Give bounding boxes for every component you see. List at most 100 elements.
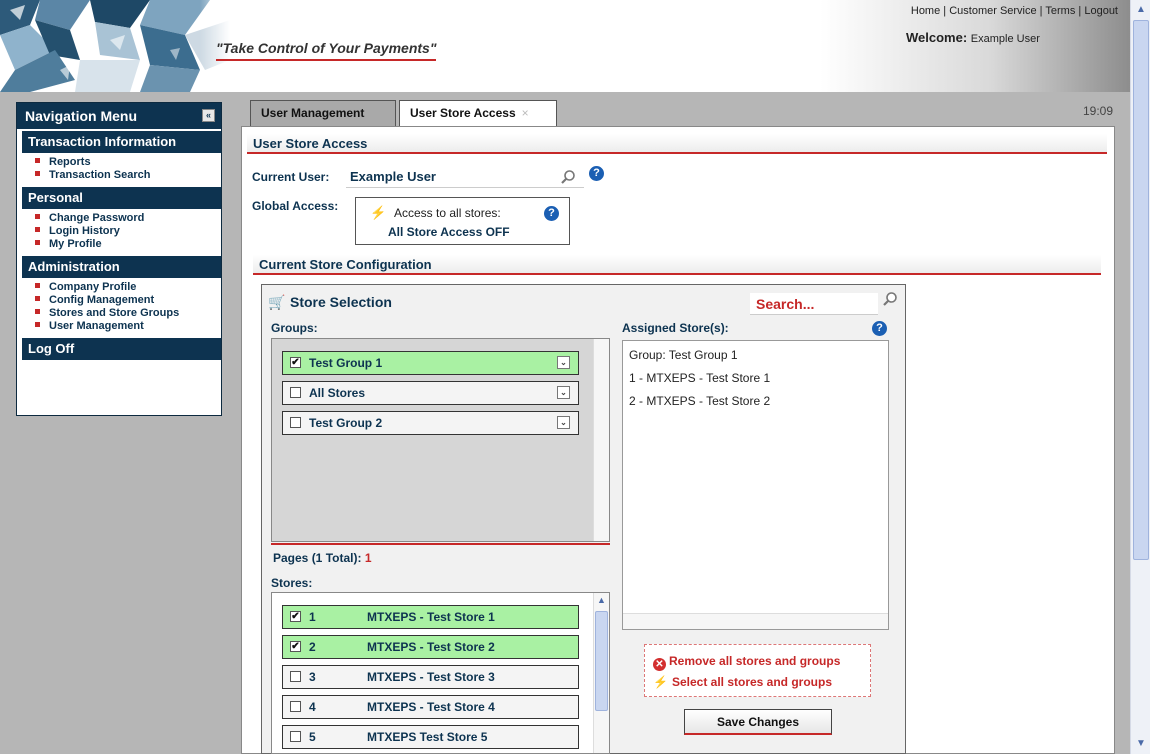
terms-link[interactable]: Terms xyxy=(1045,5,1075,17)
assigned-item: 1 - MTXEPS - Test Store 1 xyxy=(629,371,771,385)
checkbox-checked-icon[interactable]: ✔ xyxy=(290,641,301,652)
nav-item-transaction-search[interactable]: Transaction Search xyxy=(35,169,221,182)
slogan: "Take Control of Your Payments" xyxy=(216,40,437,61)
global-access-box[interactable]: ⚡ Access to all stores: All Store Access… xyxy=(355,197,570,245)
section-current-store-configuration: Current Store Configuration xyxy=(253,255,1101,275)
store-number: 3 xyxy=(309,670,316,684)
nav-item-stores-and-store-groups[interactable]: Stores and Store Groups xyxy=(35,307,221,320)
nav-item-login-history[interactable]: Login History xyxy=(35,225,221,238)
home-link[interactable]: Home xyxy=(911,5,940,17)
group-label: Test Group 2 xyxy=(309,416,383,430)
page-number[interactable]: 1 xyxy=(365,551,372,565)
page-header: "Take Control of Your Payments" Home | C… xyxy=(0,0,1130,92)
scroll-up-icon[interactable]: ▲ xyxy=(1133,2,1149,18)
checkbox-checked-icon[interactable]: ✔ xyxy=(290,357,301,368)
logo-art xyxy=(0,0,230,92)
section-user-store-access: User Store Access xyxy=(247,134,1107,154)
select-all-button[interactable]: ⚡ Select all stores and groups xyxy=(653,675,832,689)
remove-all-label: Remove all stores and groups xyxy=(669,654,841,668)
checkbox-icon[interactable] xyxy=(290,701,301,712)
save-changes-button[interactable]: Save Changes xyxy=(684,709,832,735)
bullet-icon xyxy=(35,240,40,245)
global-access-line1: Access to all stores: xyxy=(394,206,501,220)
assigned-hscrollbar[interactable] xyxy=(623,613,888,629)
nav-item-my-profile[interactable]: My Profile xyxy=(35,238,221,251)
bullet-icon xyxy=(35,214,40,219)
nav-item-label: Config Management xyxy=(49,294,155,306)
search-icon[interactable] xyxy=(882,291,898,307)
store-search-input[interactable]: Search... xyxy=(750,293,878,315)
tab-user-store-access[interactable]: User Store Access × xyxy=(399,100,557,126)
scroll-down-icon[interactable]: ▼ xyxy=(1133,736,1149,752)
checkbox-icon[interactable] xyxy=(290,387,301,398)
help-icon[interactable]: ? xyxy=(544,206,559,221)
window-scrollbar[interactable]: ▲ ▼ xyxy=(1130,0,1150,754)
expand-icon[interactable]: ⌄ xyxy=(557,386,570,399)
store-name: MTXEPS - Test Store 4 xyxy=(367,700,495,714)
nav-item-change-password[interactable]: Change Password xyxy=(35,212,221,225)
nav-section-transaction-information[interactable]: Transaction Information xyxy=(17,131,221,153)
store-row-2[interactable]: ✔ 2 MTXEPS - Test Store 2 xyxy=(282,635,579,659)
nav-item-user-management[interactable]: User Management xyxy=(35,320,221,333)
group-row-test-group-1[interactable]: ✔ Test Group 1 ⌄ xyxy=(282,351,579,375)
groups-scrollbar[interactable] xyxy=(593,339,609,541)
current-user-value: Example User xyxy=(350,169,436,184)
stores-scrollbar[interactable]: ▲ xyxy=(593,593,609,753)
bullet-icon xyxy=(35,171,40,176)
tab-user-management[interactable]: User Management xyxy=(250,100,396,126)
checkbox-icon[interactable] xyxy=(290,417,301,428)
nav-section-administration[interactable]: Administration xyxy=(17,256,221,278)
remove-all-button[interactable]: ✕ Remove all stores and groups xyxy=(653,654,840,671)
cart-icon: 🛒 xyxy=(268,294,286,310)
nav-item-label: User Management xyxy=(49,320,144,332)
stores-label: Stores: xyxy=(271,576,313,590)
bullet-icon xyxy=(35,322,40,327)
nav-item-label: Login History xyxy=(49,225,120,237)
nav-item-label: Change Password xyxy=(49,212,145,224)
bulk-actions-box: ✕ Remove all stores and groups ⚡ Select al… xyxy=(644,644,871,697)
nav-title-label: Navigation Menu xyxy=(25,108,138,124)
top-links: Home | Customer Service | Terms | Logout xyxy=(910,5,1118,17)
scroll-up-icon[interactable]: ▲ xyxy=(595,595,608,608)
store-row-3[interactable]: 3 MTXEPS - Test Store 3 xyxy=(282,665,579,689)
nav-item-label: Stores and Store Groups xyxy=(49,307,180,319)
nav-item-label: Transaction Search xyxy=(49,169,151,181)
nav-section-personal[interactable]: Personal xyxy=(17,187,221,209)
nav-item-company-profile[interactable]: Company Profile xyxy=(35,281,221,294)
expand-icon[interactable]: ⌄ xyxy=(557,356,570,369)
scroll-thumb[interactable] xyxy=(595,611,608,711)
tab-label: User Store Access xyxy=(410,106,516,120)
collapse-icon[interactable]: « xyxy=(202,109,215,122)
nav-item-reports[interactable]: Reports xyxy=(35,156,221,169)
tab-label: User Management xyxy=(261,106,365,120)
store-row-5[interactable]: 5 MTXEPS Test Store 5 xyxy=(282,725,579,749)
nav-item-config-management[interactable]: Config Management xyxy=(35,294,221,307)
nav-item-label: Company Profile xyxy=(49,281,137,293)
global-access-label: Global Access: xyxy=(252,199,339,213)
help-icon[interactable]: ? xyxy=(872,321,887,336)
welcome-user: Example User xyxy=(970,33,1040,45)
store-name: MTXEPS - Test Store 2 xyxy=(367,640,495,654)
help-icon[interactable]: ? xyxy=(589,166,604,181)
groups-list[interactable]: ✔ Test Group 1 ⌄ All Stores ⌄ Test Group… xyxy=(271,338,610,542)
navigation-menu: Navigation Menu « Transaction Informatio… xyxy=(16,102,222,416)
store-row-4[interactable]: 4 MTXEPS - Test Store 4 xyxy=(282,695,579,719)
checkbox-icon[interactable] xyxy=(290,731,301,742)
logout-link[interactable]: Logout xyxy=(1084,5,1118,17)
nav-section-log-off[interactable]: Log Off xyxy=(17,338,221,360)
tab-close-icon[interactable]: × xyxy=(522,106,529,120)
assigned-stores-label: Assigned Store(s): xyxy=(622,321,729,335)
search-icon[interactable] xyxy=(560,169,576,185)
checkbox-icon[interactable] xyxy=(290,671,301,682)
assigned-stores-list[interactable]: Group: Test Group 1 1 - MTXEPS - Test St… xyxy=(622,340,889,630)
customer-service-link[interactable]: Customer Service xyxy=(949,5,1036,17)
expand-icon[interactable]: ⌄ xyxy=(557,416,570,429)
scroll-thumb[interactable] xyxy=(1133,20,1149,560)
group-row-test-group-2[interactable]: Test Group 2 ⌄ xyxy=(282,411,579,435)
group-row-all-stores[interactable]: All Stores ⌄ xyxy=(282,381,579,405)
stores-list[interactable]: ✔ 1 MTXEPS - Test Store 1 ✔ 2 MTXEPS - T… xyxy=(271,592,610,754)
store-row-1[interactable]: ✔ 1 MTXEPS - Test Store 1 xyxy=(282,605,579,629)
checkbox-checked-icon[interactable]: ✔ xyxy=(290,611,301,622)
current-user-field[interactable]: Example User xyxy=(346,164,584,188)
search-placeholder: Search... xyxy=(756,296,815,312)
